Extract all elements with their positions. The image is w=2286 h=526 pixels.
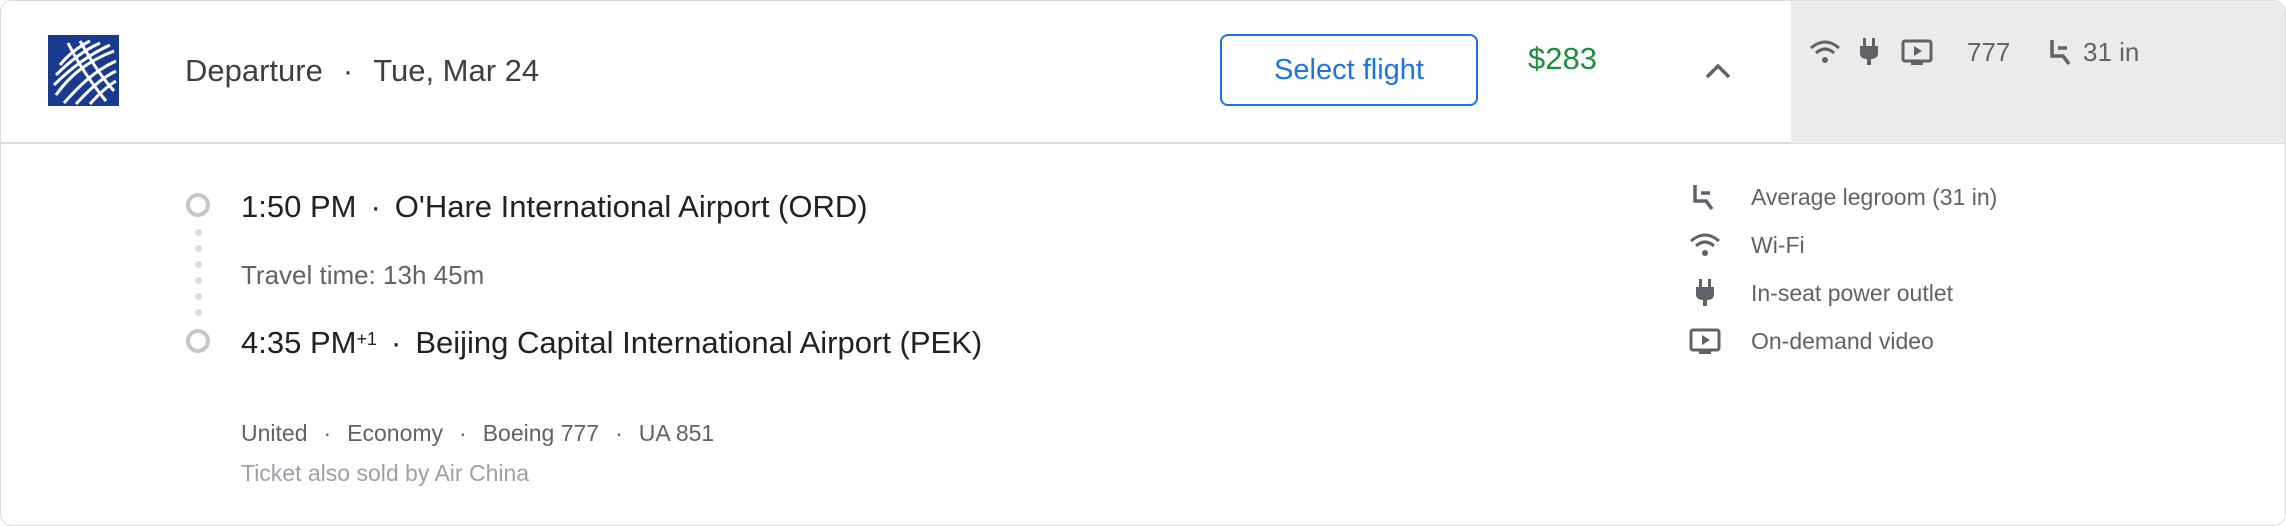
video-screen-icon [1901,34,1933,70]
airline-name: United [241,420,308,446]
flight-card-header[interactable]: Departure · Tue, Mar 24 Select flight $283 [1,1,2285,144]
amenities-summary-strip: 777 31 in [1791,1,2285,143]
arrival-time: 4:35 PM [241,325,357,360]
amenity-label: On-demand video [1751,327,1934,354]
separator-dot: · [370,189,381,224]
departure-line: 1:50 PM · O'Hare International Airport (OR… [241,187,868,227]
itinerary-timeline [182,193,212,363]
timeline-dot [195,229,202,236]
separator-dot: · [459,420,467,446]
separator-dot: · [390,325,402,360]
wifi-icon [1809,34,1841,70]
departure-circle [186,193,210,217]
aircraft-type: 777 [1967,36,2011,67]
amenity-video: On-demand video [1689,323,1934,359]
power-plug-icon [1859,34,1879,70]
legroom-seat-icon [2049,34,2075,70]
united-globe-icon [48,35,119,106]
flight-price: $283 [1528,41,1597,76]
timeline-dot [195,309,202,316]
departure-time: 1:50 PM [241,189,357,224]
arrival-circle [186,329,210,353]
amenity-legroom: Average legroom (31 in) [1689,179,1997,215]
video-screen-icon [1689,325,1721,357]
timeline-dot [195,245,202,252]
amenity-wifi: Wi-Fi [1689,227,1805,263]
cabin-class: Economy [347,420,444,446]
legroom-seat-icon [1689,181,1721,213]
timeline-dot [195,277,202,284]
arrival-airport: Beijing Capital International Airport (P… [415,325,983,360]
power-plug-icon [1689,277,1721,309]
departure-date: Tue, Mar 24 [373,53,540,88]
amenity-label: In-seat power outlet [1751,279,1954,306]
travel-time: Travel time: 13h 45m [241,260,485,290]
aircraft-model: Boeing 777 [482,420,600,446]
flight-number: UA 851 [638,420,715,446]
amenity-label: Wi-Fi [1751,231,1805,258]
departure-airport: O'Hare International Airport (ORD) [394,189,868,224]
flight-card: Departure · Tue, Mar 24 Select flight $283 [0,0,2286,526]
amenity-power: In-seat power outlet [1689,275,1953,311]
separator-dot: · [342,53,354,88]
arrival-line: 4:35 PM+1 · Beijing Capital International … [241,323,982,363]
wifi-icon [1689,229,1721,261]
direction-label: Departure [185,53,323,88]
timeline-dot [195,261,202,268]
flight-details: United · Economy · Boeing 777 · UA 851 [241,417,714,449]
codeshare-note: Ticket also sold by Air China [241,460,530,486]
legroom-value: 31 in [2083,36,2140,67]
amenity-label: Average legroom (31 in) [1751,183,1998,210]
departure-heading: Departure · Tue, Mar 24 [185,51,539,91]
select-flight-button[interactable]: Select flight [1220,34,1478,106]
timeline-dot [195,293,202,300]
separator-dot: · [615,420,623,446]
separator-dot: · [323,420,332,446]
chevron-up-icon[interactable] [1698,51,1738,91]
day-offset: +1 [356,329,377,349]
